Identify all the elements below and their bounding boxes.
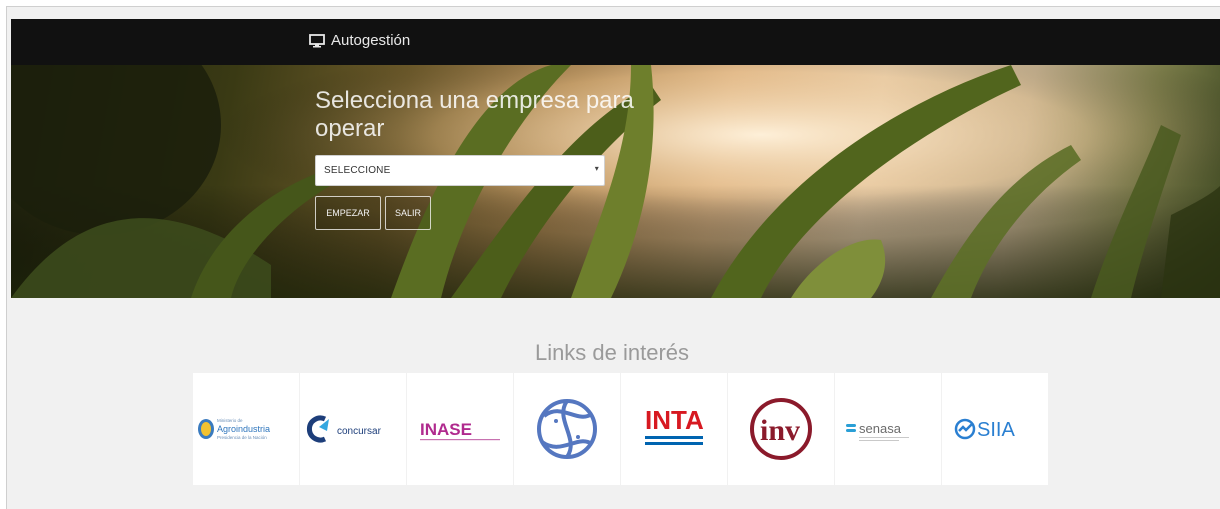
- siia-name: SIIA: [977, 419, 1015, 441]
- inv-logo: inv: [750, 398, 812, 460]
- fish-emblem-logo-link[interactable]: [514, 373, 620, 485]
- inase-logo: INASE: [420, 420, 500, 441]
- concursar-name: concursar: [337, 426, 382, 437]
- concursar-logo: concursar: [306, 415, 382, 443]
- concursar-logo-link[interactable]: concursar: [300, 373, 406, 485]
- chevron-down-icon: ▾: [594, 164, 599, 173]
- hero-banner: Selecciona una empresa para operar SELEC…: [11, 65, 1220, 298]
- inv-logo-link[interactable]: inv: [728, 373, 834, 485]
- fish-emblem-icon: [537, 399, 597, 459]
- top-navbar: Autogestión: [11, 19, 1220, 65]
- links-logo-row: Ministerio de Agroindustria Presidencia …: [193, 373, 1048, 485]
- inase-logo-link[interactable]: INASE: [407, 373, 513, 485]
- company-select-value: SELECCIONE: [324, 165, 391, 176]
- agro-sub2: Presidencia de la Nación: [217, 435, 267, 440]
- exit-button[interactable]: SALIR: [385, 196, 431, 230]
- start-button[interactable]: EMPEZAR: [315, 196, 381, 230]
- siia-logo: SIIA: [954, 418, 1015, 441]
- senasa-logo: senasa: [846, 421, 909, 441]
- browser-viewport: Autogestión Selecciona una empresa para …: [6, 6, 1220, 509]
- inta-logo-link[interactable]: INTA: [621, 373, 727, 485]
- agro-name: Agroindustria: [217, 424, 270, 434]
- inv-name: inv: [760, 414, 800, 447]
- monitor-icon: [309, 33, 325, 47]
- agroindustria-logo: Ministerio de Agroindustria Presidencia …: [198, 418, 270, 440]
- autogestion-nav-link[interactable]: Autogestión: [309, 32, 410, 49]
- inta-logo: INTA: [645, 405, 704, 445]
- siia-logo-link[interactable]: SIIA: [942, 373, 1048, 485]
- hero-title: Selecciona una empresa para operar: [315, 87, 634, 142]
- agro-sub1: Ministerio de: [217, 418, 243, 423]
- senasa-name: senasa: [859, 421, 902, 436]
- agroindustria-logo-link[interactable]: Ministerio de Agroindustria Presidencia …: [193, 373, 299, 485]
- links-section-title: Links de interés: [534, 340, 690, 365]
- inta-name: INTA: [645, 405, 704, 435]
- inase-name: INASE: [420, 420, 472, 439]
- company-select[interactable]: SELECCIONE ▾: [315, 155, 605, 186]
- brand-label: Autogestión: [331, 32, 411, 49]
- senasa-logo-link[interactable]: senasa: [835, 373, 941, 485]
